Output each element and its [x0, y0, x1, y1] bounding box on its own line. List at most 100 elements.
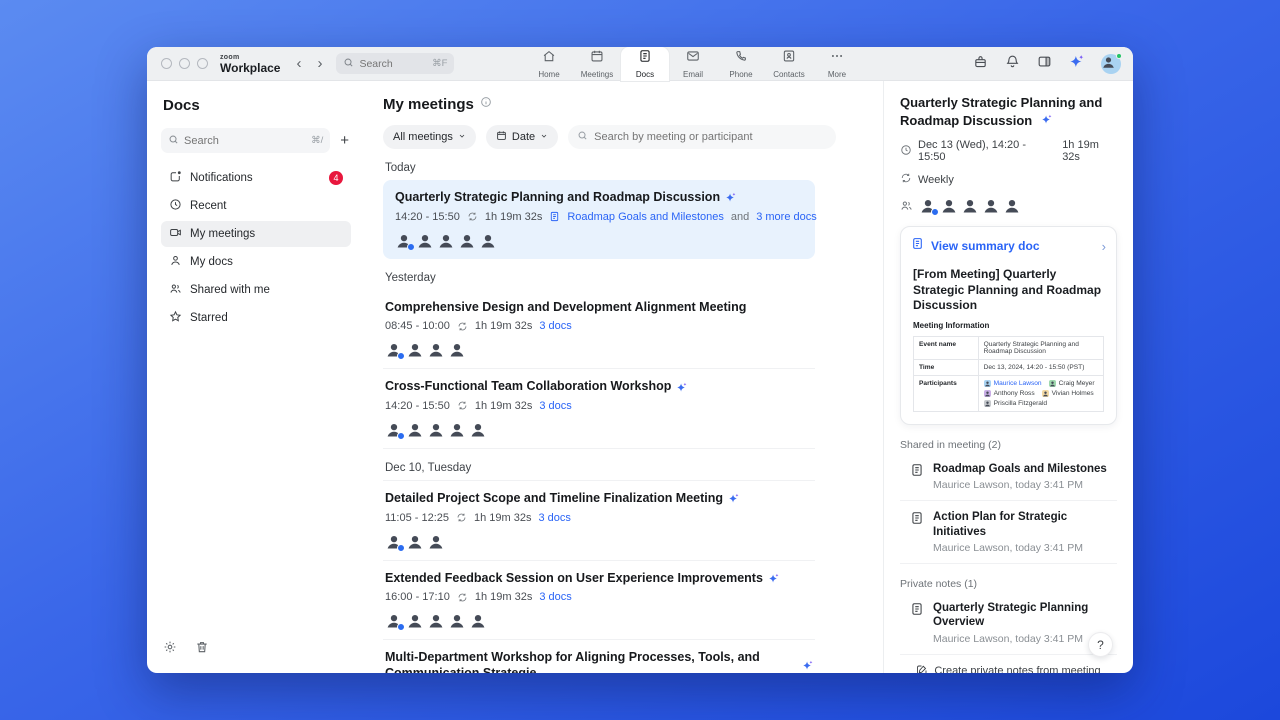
meeting-time: 08:45 - 10:00 — [385, 320, 450, 333]
meeting-title: Quarterly Strategic Planning and Roadmap… — [395, 190, 803, 206]
panel-avatars — [919, 196, 1021, 216]
settings-gear-icon[interactable] — [163, 640, 177, 659]
tab-contacts[interactable]: Contacts — [765, 47, 813, 81]
sidebar-search-input[interactable] — [184, 134, 264, 147]
meeting-row[interactable]: Comprehensive Design and Development Ali… — [383, 290, 815, 369]
maximize-window-button[interactable] — [197, 58, 208, 69]
participant-avatar — [437, 230, 455, 249]
more-docs-link[interactable]: 3 more docs — [756, 211, 817, 223]
docs-count-link[interactable]: 3 docs — [539, 400, 571, 412]
home-icon — [542, 49, 556, 68]
ai-sparkle-icon — [676, 382, 687, 393]
sidebar-item-recent[interactable]: Recent — [161, 193, 351, 219]
sidebar-search[interactable]: ⌘/ — [161, 128, 331, 153]
meeting-row[interactable]: Multi-Department Workshop for Aligning P… — [383, 640, 815, 673]
side-panel-icon[interactable] — [1037, 54, 1052, 74]
sidebar-item-my-docs[interactable]: My docs — [161, 249, 351, 275]
status-online-dot — [1116, 53, 1122, 59]
global-search-input[interactable] — [359, 57, 420, 70]
tab-meetings[interactable]: Meetings — [573, 47, 621, 81]
doc-meta: Maurice Lawson, today 3:41 PM — [933, 541, 1083, 554]
tab-docs[interactable]: Docs — [621, 47, 669, 81]
recurrence-icon — [457, 321, 468, 332]
docs-count-link[interactable]: 3 docs — [539, 512, 571, 524]
sidebar-item-notifications[interactable]: Notifications 4 — [161, 165, 351, 191]
participant-avatar — [385, 531, 405, 552]
host-badge — [931, 208, 939, 216]
participant-avatar — [385, 340, 405, 361]
participant-avatar — [427, 419, 445, 438]
new-doc-button[interactable]: + — [338, 131, 351, 150]
meeting-search[interactable] — [568, 125, 837, 149]
host-badge — [397, 431, 405, 440]
meeting-meta: 16:00 - 17:10 1h 19m 32s 3 docs — [385, 591, 813, 603]
meeting-duration: 1h 19m 32s — [474, 511, 532, 524]
participant-avatar — [406, 340, 424, 359]
brand-zoom: zoom — [220, 53, 240, 61]
meeting-time: 14:20 - 15:50 — [385, 399, 450, 412]
meeting-duration: 1h 19m 32s — [474, 399, 533, 412]
tab-phone[interactable]: Phone — [717, 47, 765, 81]
info-label: Event name — [913, 335, 979, 360]
section-label: Yesterday — [385, 271, 436, 284]
info-value: Dec 13, 2024, 14:20 - 15:50 (PST) — [977, 358, 1105, 376]
meeting-search-input[interactable] — [594, 131, 828, 143]
meeting-row[interactable]: Detailed Project Scope and Timeline Fina… — [383, 481, 815, 560]
clock-icon — [169, 198, 182, 214]
participant-avatar — [406, 419, 424, 438]
section-label: Today — [385, 162, 416, 174]
doc-link[interactable]: Roadmap Goals and Milestones — [567, 211, 724, 223]
minimize-window-button[interactable] — [179, 58, 190, 69]
participant-avatar — [479, 230, 497, 249]
info-label: Participants — [913, 374, 979, 412]
chevron-down-icon — [540, 131, 548, 143]
titlebar: zoom Workplace ‹ › ⌘F Home Meetings Docs — [147, 47, 1133, 81]
participant-avatar — [416, 230, 434, 249]
meeting-row[interactable]: Extended Feedback Session on User Experi… — [383, 561, 815, 640]
ai-companion-icon[interactable] — [1069, 54, 1084, 74]
host-badge — [397, 352, 405, 361]
meeting-avatars — [385, 419, 813, 440]
sidebar-item-my-meetings[interactable]: My meetings — [161, 221, 351, 247]
trash-icon[interactable] — [195, 640, 209, 659]
meeting-info-table: Event name Quarterly Strategic Planning a… — [913, 335, 1105, 412]
participant-avatar — [919, 196, 939, 216]
docs-count-link[interactable]: 3 docs — [539, 320, 571, 332]
info-icon[interactable] — [480, 95, 492, 113]
create-private-notes-button[interactable]: Create private notes from meeting — [900, 655, 1117, 673]
summary-doc-preview[interactable]: [From Meeting] Quarterly Strategic Plann… — [911, 265, 1106, 412]
tab-email[interactable]: Email — [669, 47, 717, 81]
docs-count-link[interactable]: 3 docs — [539, 591, 571, 603]
forward-button[interactable]: › — [317, 56, 322, 71]
doc-list-item[interactable]: Quarterly Strategic Planning Overview Mau… — [900, 592, 1117, 655]
search-shortcut: ⌘F — [432, 58, 448, 69]
tab-home[interactable]: Home — [525, 47, 573, 81]
date-filter-dropdown[interactable]: Date — [485, 125, 559, 149]
meeting-row[interactable]: Cross-Functional Team Collaboration Work… — [383, 369, 815, 448]
meeting-duration: 1h 19m 32s — [484, 210, 543, 223]
close-window-button[interactable] — [161, 58, 172, 69]
meeting-avatars — [385, 340, 813, 361]
user-avatar[interactable] — [1101, 53, 1122, 74]
summary-doc-card[interactable]: View summary doc › [From Meeting] Quarte… — [900, 226, 1117, 425]
doc-list-item[interactable]: Action Plan for Strategic Initiatives Mau… — [900, 501, 1117, 564]
notifications-bell-icon[interactable] — [1005, 54, 1020, 74]
workspaces-icon[interactable] — [973, 54, 988, 74]
participant-avatar — [940, 196, 958, 214]
doc-list-item[interactable]: Roadmap Goals and Milestones Maurice Laws… — [900, 453, 1117, 502]
sidebar-item-starred[interactable]: Starred — [161, 305, 351, 331]
doc-title: Roadmap Goals and Milestones — [933, 462, 1107, 475]
meetings-filter-dropdown[interactable]: All meetings — [383, 125, 476, 149]
recurrence-icon — [457, 400, 468, 411]
meeting-meta: 08:45 - 10:00 1h 19m 32s 3 docs — [385, 320, 813, 332]
participant-avatar — [469, 419, 487, 438]
help-button[interactable]: ? — [1088, 632, 1113, 657]
tab-more[interactable]: More — [813, 47, 861, 81]
participant-avatar — [458, 230, 476, 249]
back-button[interactable]: ‹ — [296, 56, 301, 71]
view-summary-doc-button[interactable]: View summary doc › — [911, 237, 1106, 255]
meeting-list: Today Quarterly Strategic Planning and Ro… — [383, 162, 817, 673]
sidebar-item-shared-with-me[interactable]: Shared with me — [161, 277, 351, 303]
meeting-row[interactable]: Quarterly Strategic Planning and Roadmap… — [383, 180, 817, 259]
global-search[interactable]: ⌘F — [336, 53, 455, 74]
